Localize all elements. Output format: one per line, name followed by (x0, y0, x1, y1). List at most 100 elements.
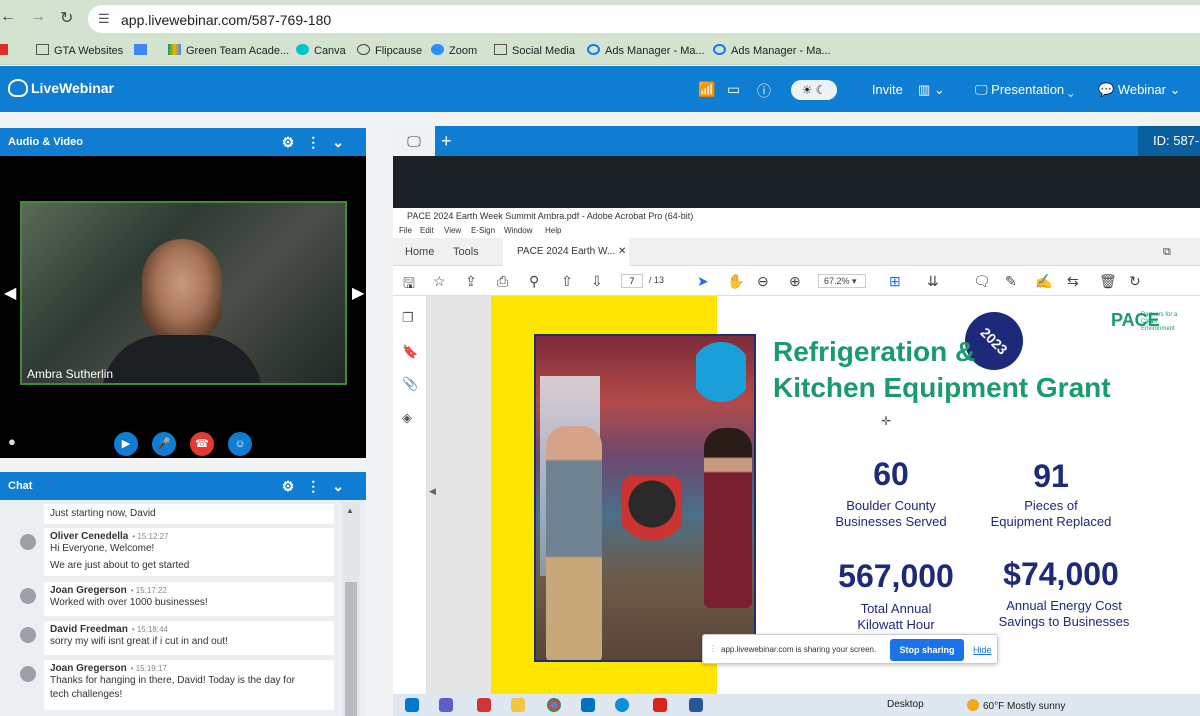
bookmark-ads-manager-2[interactable]: Ads Manager - Ma... (713, 44, 831, 57)
chrome-icon[interactable] (547, 698, 561, 712)
info-icon[interactable]: ⓘ (757, 81, 771, 101)
gmail-icon[interactable] (0, 44, 13, 57)
prev-page-icon[interactable]: ⇧ (561, 273, 573, 290)
stop-sharing-button[interactable]: Stop sharing (890, 639, 964, 661)
attachment-icon[interactable]: 📎 (402, 376, 418, 392)
save-icon[interactable]: 🖫 (403, 273, 415, 297)
camera-button[interactable]: ▶ (114, 432, 138, 456)
close-icon[interactable]: ✕ (618, 246, 626, 257)
more-icon[interactable]: ⋮ (306, 134, 332, 150)
bookmark-social-media[interactable]: Social Media (494, 44, 575, 57)
gear-icon[interactable]: ⚙ (282, 478, 307, 494)
back-arrow-icon[interactable]: ← (0, 8, 16, 26)
acrobat-toolbar: 🖫 ☆ ⇪ ⎙ ⚲ ⇧ ⇩ 7 / 13 ➤ ✋ ⊖ ⊕ 67.2% ▾ ⊞ ⇊… (393, 266, 1200, 296)
desktop-label[interactable]: Desktop (887, 699, 924, 710)
menu-window[interactable]: Window (504, 226, 532, 235)
gear-icon[interactable]: ⚙ (282, 134, 307, 150)
flipcause-icon (357, 44, 370, 55)
prev-video-icon[interactable]: ◀ (4, 283, 16, 303)
menu-edit[interactable]: Edit (420, 226, 434, 235)
hand-icon[interactable]: ✋ (727, 273, 744, 290)
sign-icon[interactable]: ✍ (1035, 273, 1052, 290)
site-settings-icon[interactable]: ☰ (98, 11, 110, 27)
hide-button[interactable]: Hide (973, 645, 992, 655)
menu-esign[interactable]: E-Sign (471, 226, 495, 235)
captions-icon[interactable]: ▭ (727, 81, 740, 98)
star-icon[interactable]: ☆ (433, 273, 446, 290)
chat-scrollbar[interactable]: ▲ (342, 502, 360, 716)
drag-handle-icon[interactable]: ⋮ (709, 644, 717, 653)
word-icon[interactable] (689, 698, 703, 712)
wifi-icon[interactable]: 📶 (698, 81, 715, 98)
video-tile[interactable]: Ambra Sutherlin (20, 201, 347, 385)
add-tab-icon[interactable]: + (441, 131, 452, 152)
tab-home[interactable]: Home (405, 246, 434, 258)
weather-widget[interactable]: 60°F Mostly sunny (967, 699, 1065, 712)
rotate-icon[interactable]: ↻ (1129, 273, 1141, 290)
next-video-icon[interactable]: ▶ (352, 283, 364, 303)
zoom-search-icon[interactable]: ⚲ (529, 273, 539, 290)
edge-icon[interactable] (615, 698, 629, 712)
theme-toggle[interactable]: ☀ ☾ (791, 80, 837, 100)
tab-tools[interactable]: Tools (453, 246, 479, 258)
menu-view[interactable]: View (444, 226, 461, 235)
chevron-down-icon[interactable]: ⌄ (332, 478, 356, 494)
acrobat-tabs: Home Tools PACE 2024 Earth W... ✕ ⧉ (393, 238, 1200, 266)
select-cursor-icon[interactable]: ➤ (697, 273, 709, 290)
speaker-face (142, 239, 222, 339)
teams-icon[interactable] (439, 698, 453, 712)
bookmark-gta-websites[interactable]: GTA Websites (36, 44, 123, 57)
zoom-level[interactable]: 67.2% ▾ (818, 274, 866, 288)
layers-icon[interactable]: ◈ (402, 410, 412, 426)
webinar-button[interactable]: 💬 Webinar ⌄ (1098, 82, 1181, 98)
address-bar[interactable]: ☰ app.livewebinar.com/587-769-180 (88, 5, 1200, 33)
highlight-icon[interactable]: ✎ (1005, 273, 1017, 290)
share-icon[interactable]: ⧉ (1163, 246, 1171, 259)
emoji-button[interactable]: ☺ (228, 432, 252, 456)
file-explorer-icon[interactable] (511, 698, 525, 712)
pages-icon[interactable]: ❐ (402, 310, 414, 326)
bookmark-canva[interactable]: Canva (296, 44, 346, 57)
scroll-up-icon[interactable]: ▲ (346, 506, 354, 515)
more-icon[interactable]: ⋮ (306, 478, 332, 494)
user-icon[interactable]: ● (8, 434, 16, 449)
comment-icon[interactable]: 🗨 (973, 273, 991, 290)
next-page-icon[interactable]: ⇩ (591, 273, 603, 290)
scroll-mode-icon[interactable]: ⇊ (927, 273, 939, 290)
invite-button[interactable]: 👤 Invite (852, 82, 903, 98)
bookmark-ads-manager-1[interactable]: Ads Manager - Ma... (587, 44, 705, 57)
menu-help[interactable]: Help (545, 226, 561, 235)
menu-file[interactable]: File (399, 226, 412, 235)
export-icon[interactable]: ⇆ (1067, 273, 1079, 290)
bookmark-zoom[interactable]: Zoom (431, 44, 477, 57)
reload-icon[interactable]: ↻ (60, 8, 73, 28)
upload-icon[interactable]: ⇪ (465, 273, 477, 290)
chevron-down-icon[interactable]: ⌄ (332, 134, 356, 150)
print-icon[interactable]: ⎙ (497, 273, 508, 290)
forward-arrow-icon[interactable]: → (30, 8, 46, 26)
delete-icon[interactable]: 🗑 (1099, 273, 1117, 290)
app-icon[interactable] (477, 698, 491, 712)
scrollbar-thumb[interactable] (345, 582, 357, 716)
tab-document[interactable]: PACE 2024 Earth W... ✕ (503, 238, 629, 266)
bookmark-flipcause[interactable]: Flipcause (357, 44, 422, 57)
acrobat-icon[interactable] (653, 698, 667, 712)
av-controls: ● ▶ 🎤 ☎ ☺ (0, 428, 366, 458)
page-number-input[interactable]: 7 (621, 274, 643, 288)
chat-message-list[interactable]: Just starting now, David Oliver Cenedell… (0, 502, 342, 716)
zoom-in-icon[interactable]: ⊕ (789, 273, 801, 290)
mic-muted-button[interactable]: 🎤 (152, 432, 176, 456)
fit-page-icon[interactable]: ⊞ (889, 273, 901, 290)
bookmark-green-team[interactable]: Green Team Acade... (168, 44, 289, 57)
bookmark-icon[interactable]: 🔖 (402, 344, 418, 360)
drive-icon (168, 44, 181, 55)
calendar-bookmark-icon[interactable] (134, 44, 152, 57)
hangup-button[interactable]: ☎ (190, 432, 214, 456)
presentation-button[interactable]: 🖵 Presentation ⌄ (975, 82, 1074, 98)
windows-start-icon[interactable] (405, 698, 419, 712)
layout-button[interactable]: ▥ ⌄ (918, 82, 945, 98)
outlook-icon[interactable] (581, 698, 595, 712)
zoom-out-icon[interactable]: ⊖ (757, 273, 769, 290)
screen-share-tab[interactable]: 🖵 (393, 126, 435, 156)
collapse-sidebar-icon[interactable]: ◀ (429, 486, 436, 497)
